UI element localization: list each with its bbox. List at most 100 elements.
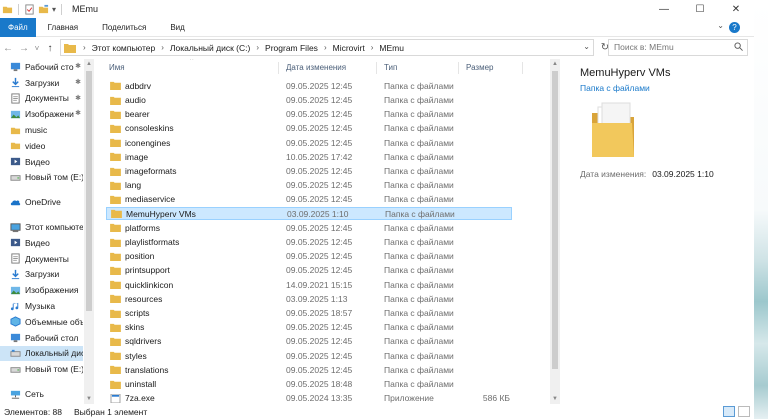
forward-button[interactable]: → (16, 40, 32, 56)
sidebar-item[interactable]: Сеть (0, 386, 83, 402)
file-row[interactable]: resources 03.09.2025 1:13 Папка с файлами (106, 292, 512, 306)
file-row[interactable]: bearer 09.05.2025 12:45 Папка с файлами (106, 107, 512, 121)
customize-toolbar-icon[interactable]: ▾ (52, 5, 56, 14)
column-separator[interactable] (376, 62, 377, 74)
file-row[interactable]: scripts 09.05.2025 18:57 Папка с файлами (106, 306, 512, 320)
maximize-button[interactable]: ☐ (682, 0, 718, 18)
folder-icon[interactable] (2, 4, 13, 15)
breadcrumb-this-pc[interactable]: Этот компьютер (89, 43, 159, 53)
column-separator[interactable] (458, 62, 459, 74)
breadcrumb-microvirt[interactable]: Microvirt (330, 43, 368, 53)
sidebar-item[interactable]: Документы (0, 251, 83, 267)
sidebar-item[interactable]: music (0, 122, 83, 138)
file-row[interactable]: platforms 09.05.2025 12:45 Папка с файлами (106, 221, 512, 235)
folder-icon (110, 139, 121, 148)
quick-access-toolbar: ▾ (2, 3, 64, 15)
sidebar-item[interactable]: Видео (0, 235, 83, 251)
sidebar-item[interactable]: Рабочий стол (0, 330, 83, 346)
breadcrumb-program-files[interactable]: Program Files (262, 43, 321, 53)
file-row[interactable]: playlistformats 09.05.2025 12:45 Папка с ф… (106, 235, 512, 249)
chevron-down-icon[interactable]: ⌄ (583, 42, 590, 51)
file-name: bearer (125, 109, 150, 120)
sidebar-item[interactable]: Этот компьютер (0, 219, 83, 235)
scroll-down-icon[interactable]: ▼ (86, 396, 92, 402)
sidebar-item[interactable]: Новый том (E:) (0, 170, 83, 186)
sidebar-item[interactable]: OneDrive (0, 194, 83, 210)
column-name[interactable]: Имя (104, 63, 125, 72)
file-row[interactable]: consoleskins 09.05.2025 12:45 Папка с файл… (106, 122, 512, 136)
file-row[interactable]: iconengines 09.05.2025 12:45 Папка с файла… (106, 136, 512, 150)
column-size[interactable]: Размер (461, 63, 494, 72)
navigation-pane-scrollbar[interactable]: ▲ ▼ (84, 59, 94, 404)
file-row[interactable]: styles 09.05.2025 12:45 Папка с файлами (106, 349, 512, 363)
sidebar-item[interactable]: Рабочий сто ✱ (0, 59, 83, 75)
search-input[interactable]: Поиск в: MEmu (608, 39, 748, 56)
up-button[interactable]: ↑ (42, 40, 58, 56)
sidebar-item[interactable]: Новый том (E:) (0, 361, 83, 377)
new-folder-icon[interactable] (38, 4, 49, 15)
properties-icon[interactable] (24, 3, 35, 15)
file-type: Папка с файлами (384, 109, 454, 120)
file-row[interactable]: 7za.exe 09.05.2024 13:35 Приложение 586 КБ (106, 391, 512, 404)
file-size: 586 КБ (482, 393, 510, 404)
file-row[interactable]: audio 09.05.2025 12:45 Папка с файлами (106, 93, 512, 107)
sidebar-item[interactable]: Изображения (0, 282, 83, 298)
tab-file[interactable]: Файл (0, 17, 36, 37)
column-separator[interactable] (278, 62, 279, 74)
file-row[interactable]: lang 09.05.2025 12:45 Папка с файлами (106, 178, 512, 192)
chevron-right-icon[interactable]: › (158, 43, 167, 52)
breadcrumb-memu[interactable]: MEmu (376, 43, 407, 53)
folder-icon (64, 43, 76, 53)
column-separator[interactable] (522, 62, 523, 74)
file-row[interactable]: MemuHyperv VMs 03.09.2025 1:10 Папка с фай… (106, 206, 512, 221)
tab-view[interactable]: Вид (158, 18, 196, 37)
application-icon (110, 393, 121, 403)
sidebar-item[interactable]: Локальный дис (0, 345, 83, 362)
recent-locations-button[interactable]: ˅ (32, 40, 42, 56)
file-row[interactable]: image 10.05.2025 17:42 Папка с файлами (106, 150, 512, 164)
scrollbar-thumb[interactable] (86, 71, 92, 311)
sidebar-item[interactable]: Изображени ✱ (0, 106, 83, 122)
chevron-right-icon[interactable]: › (253, 43, 262, 52)
sidebar-item[interactable]: Документы ✱ (0, 91, 83, 107)
file-row[interactable]: printsupport 09.05.2025 12:45 Папка с файл… (106, 264, 512, 278)
column-date[interactable]: Дата изменения (281, 63, 346, 72)
file-row[interactable]: imageformats 09.05.2025 12:45 Папка с файл… (106, 164, 512, 178)
file-row[interactable]: uninstall 09.05.2025 18:48 Папка с файлами (106, 377, 512, 391)
chevron-right-icon[interactable]: › (80, 43, 89, 52)
scroll-down-icon[interactable]: ▼ (552, 396, 558, 402)
minimize-button[interactable]: — (646, 0, 682, 18)
details-view-icon[interactable] (723, 406, 735, 417)
folder-icon (110, 153, 121, 162)
file-row[interactable]: skins 09.05.2025 12:45 Папка с файлами (106, 320, 512, 334)
scrollbar-thumb[interactable] (552, 71, 558, 369)
file-list-scrollbar[interactable]: ▲ ▼ (550, 59, 560, 404)
chevron-right-icon[interactable]: › (368, 43, 377, 52)
help-icon[interactable]: ? (729, 22, 740, 33)
file-row[interactable]: adbdrv 09.05.2025 12:45 Папка с файлами (106, 79, 512, 93)
sidebar-item[interactable]: Музыка (0, 298, 83, 314)
breadcrumb-local-disk[interactable]: Локальный диск (C:) (167, 43, 253, 53)
file-row[interactable]: quicklinkicon 14.09.2021 15:15 Папка с фай… (106, 278, 512, 292)
sidebar-item[interactable]: Загрузки ✱ (0, 75, 83, 91)
tab-share[interactable]: Поделиться (90, 18, 158, 37)
tab-home[interactable]: Главная (36, 18, 90, 37)
sidebar-item[interactable]: Видео (0, 154, 83, 170)
file-date: 09.05.2025 12:45 (286, 222, 353, 233)
address-bar[interactable]: › Этот компьютер › Локальный диск (C:) ›… (60, 39, 594, 56)
scroll-up-icon[interactable]: ▲ (86, 61, 92, 67)
expand-ribbon-icon[interactable]: ⌄ (717, 21, 724, 30)
sidebar-item[interactable]: Объемные объ (0, 314, 83, 330)
file-row[interactable]: position 09.05.2025 12:45 Папка с файлами (106, 249, 512, 263)
large-icons-view-icon[interactable] (738, 406, 750, 417)
scroll-up-icon[interactable]: ▲ (552, 61, 558, 67)
chevron-right-icon[interactable]: › (321, 43, 330, 52)
sidebar-item[interactable]: Загрузки (0, 267, 83, 283)
file-row[interactable]: translations 09.05.2025 12:45 Папка с файл… (106, 363, 512, 377)
close-button[interactable]: ✕ (718, 0, 754, 18)
back-button[interactable]: ← (0, 40, 16, 56)
sidebar-item[interactable]: video (0, 138, 83, 154)
file-row[interactable]: mediaservice 09.05.2025 12:45 Папка с файл… (106, 193, 512, 207)
column-type[interactable]: Тип (379, 63, 397, 72)
file-row[interactable]: sqldrivers 09.05.2025 12:45 Папка с файлам… (106, 335, 512, 349)
